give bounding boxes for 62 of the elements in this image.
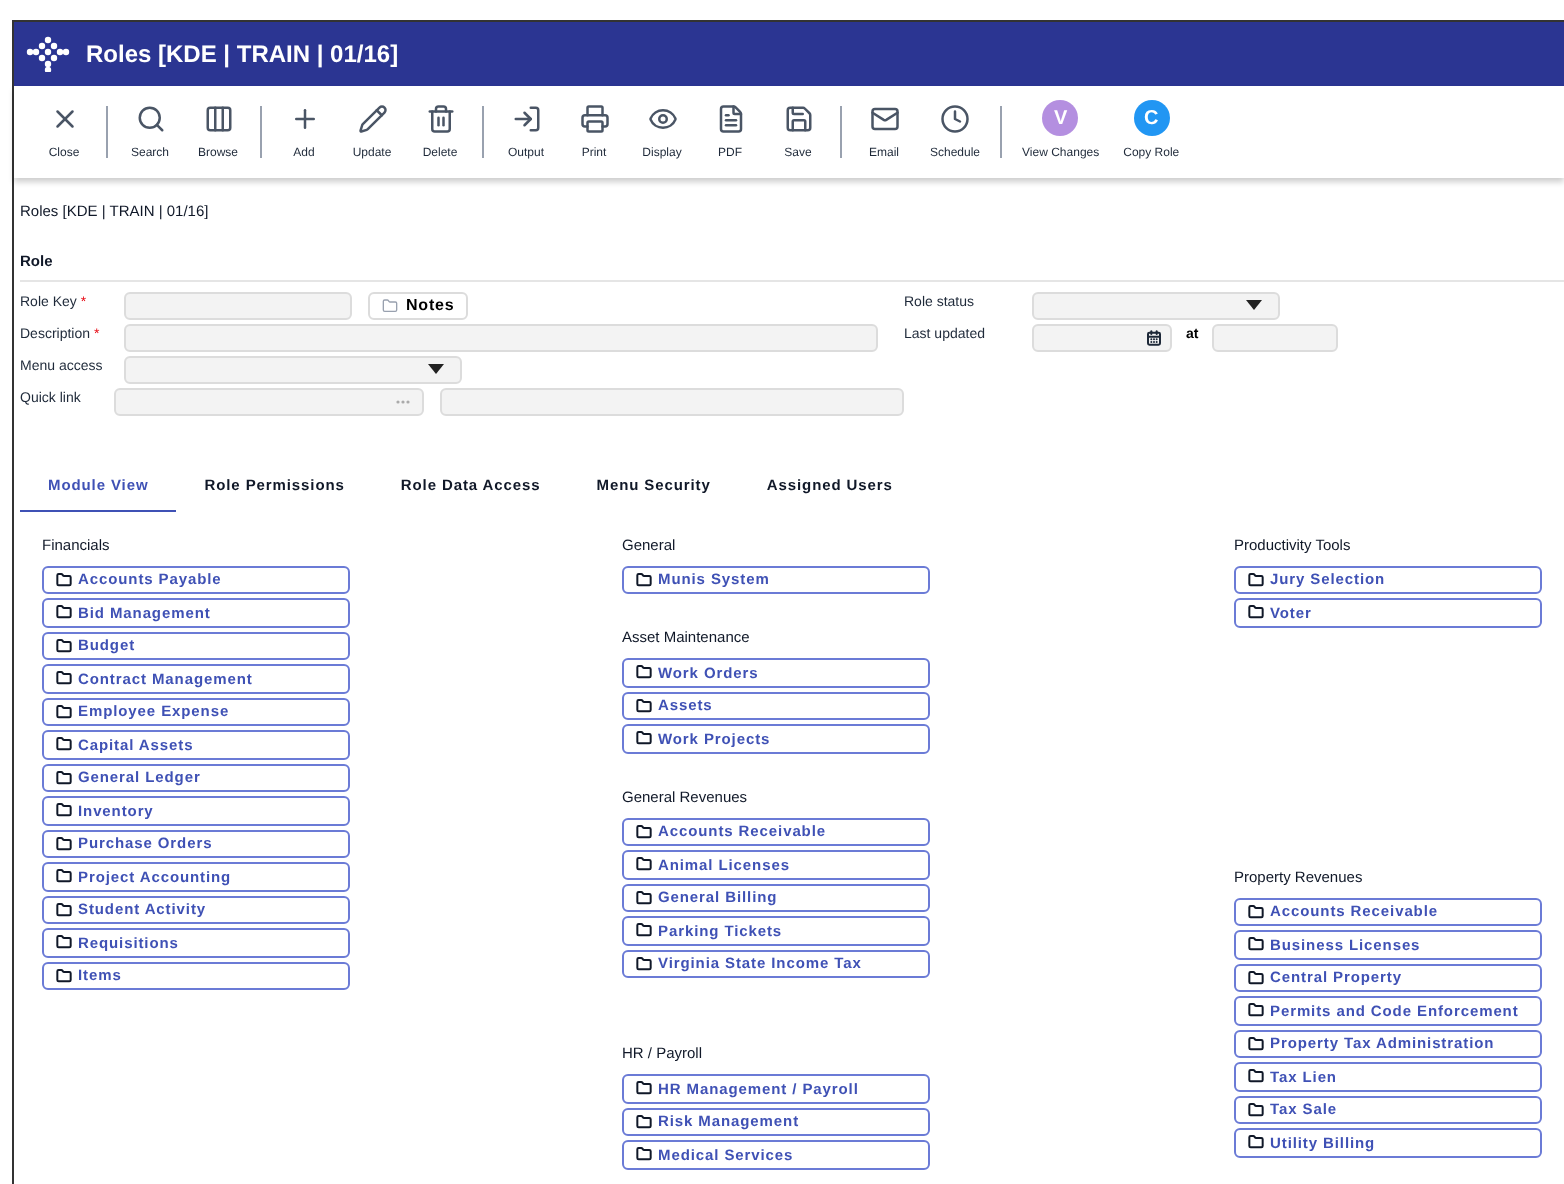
folder-icon bbox=[636, 889, 652, 906]
folder-icon bbox=[636, 697, 652, 714]
notes-button[interactable]: Notes bbox=[368, 291, 469, 319]
folder-icon bbox=[1248, 604, 1264, 621]
folder-icon bbox=[56, 670, 72, 687]
search-icon bbox=[135, 103, 165, 133]
pencil-icon bbox=[357, 103, 387, 133]
folder-icon bbox=[1248, 571, 1264, 588]
menu-access-dropdown[interactable] bbox=[124, 355, 462, 383]
folder-icon bbox=[1248, 1134, 1264, 1151]
folder-icon bbox=[56, 901, 72, 918]
role-key-field[interactable] bbox=[124, 291, 352, 319]
export-icon bbox=[511, 103, 541, 133]
folder-icon bbox=[636, 823, 652, 840]
plus-icon bbox=[289, 103, 319, 133]
folder-icon bbox=[636, 730, 652, 747]
clock-icon bbox=[940, 103, 971, 133]
folder-icon bbox=[56, 802, 72, 819]
folder-icon bbox=[56, 571, 72, 588]
calendar-icon bbox=[1146, 329, 1162, 345]
folder-icon bbox=[56, 703, 72, 720]
folder-icon bbox=[56, 769, 72, 786]
letter-avatar: V bbox=[1042, 100, 1079, 136]
folder-icon bbox=[382, 297, 398, 313]
dropdown-arrow-icon bbox=[428, 364, 444, 374]
folder-icon bbox=[56, 736, 72, 753]
logo-icon bbox=[26, 36, 70, 72]
letter-avatar: C bbox=[1133, 100, 1170, 136]
quick-link-description-field[interactable] bbox=[440, 387, 904, 415]
folder-icon bbox=[636, 664, 652, 681]
quick-link-field[interactable] bbox=[114, 387, 425, 415]
time-field[interactable] bbox=[1212, 323, 1339, 351]
folder-icon bbox=[1248, 1002, 1264, 1019]
description-field[interactable] bbox=[124, 323, 878, 351]
document-icon bbox=[715, 103, 745, 133]
folder-icon bbox=[56, 934, 72, 951]
folder-icon bbox=[56, 868, 72, 885]
date-field[interactable] bbox=[1032, 323, 1172, 351]
printer-icon bbox=[579, 103, 609, 133]
eye-icon bbox=[647, 103, 677, 133]
folder-icon bbox=[56, 967, 72, 984]
folder-icon bbox=[636, 922, 652, 939]
folder-icon bbox=[1248, 936, 1264, 953]
folder-icon bbox=[636, 955, 652, 972]
folder-icon bbox=[1248, 969, 1264, 986]
table-icon bbox=[203, 103, 233, 133]
trash-icon bbox=[425, 103, 455, 133]
dropdown-arrow-icon bbox=[1246, 300, 1262, 310]
folder-icon bbox=[636, 1146, 652, 1163]
folder-icon bbox=[636, 1113, 652, 1130]
folder-icon bbox=[56, 637, 72, 654]
folder-icon bbox=[1248, 1068, 1264, 1085]
folder-icon bbox=[636, 856, 652, 873]
folder-icon bbox=[636, 1080, 652, 1097]
window-title: Roles [KDE | TRAIN | 01/16] bbox=[86, 38, 399, 72]
folder-icon bbox=[1248, 1101, 1264, 1118]
folder-icon bbox=[1248, 903, 1264, 920]
envelope-icon bbox=[869, 103, 899, 133]
folder-icon bbox=[56, 604, 72, 621]
folder-icon bbox=[636, 571, 652, 588]
folder-icon bbox=[56, 835, 72, 852]
folder-icon bbox=[1248, 1035, 1264, 1052]
